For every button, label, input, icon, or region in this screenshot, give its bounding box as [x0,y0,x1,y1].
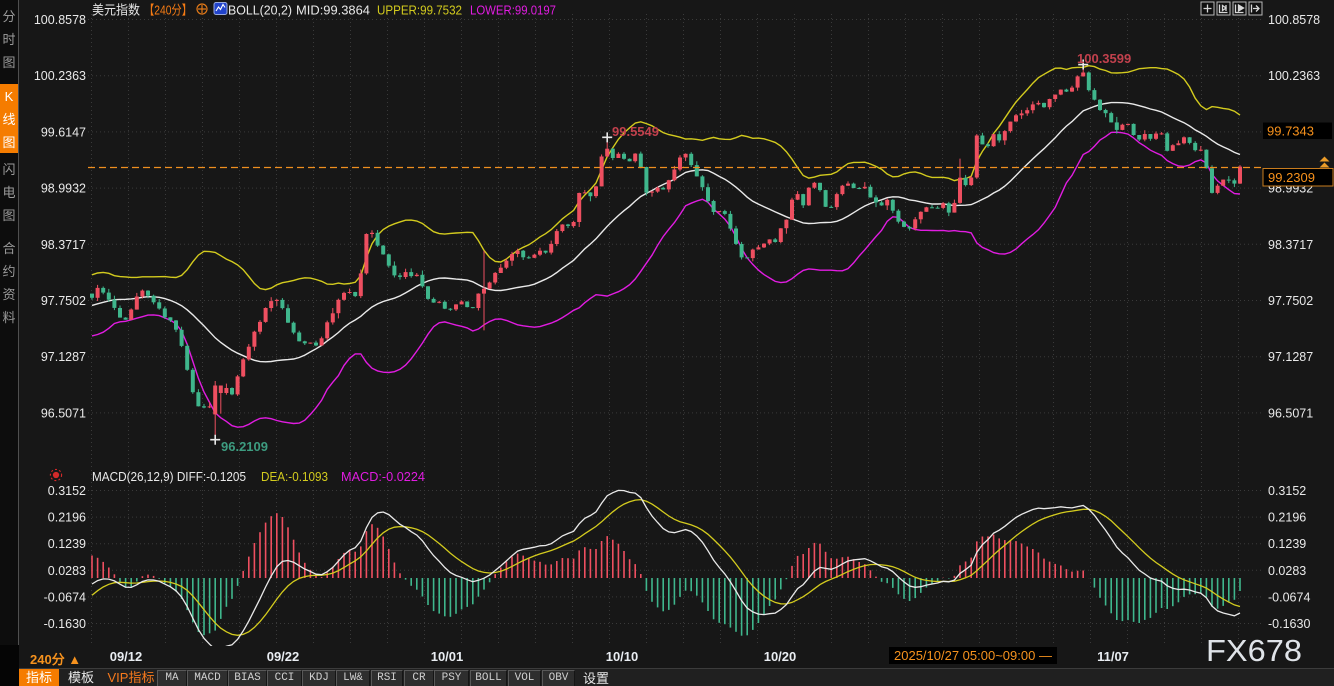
svg-text:96.2109: 96.2109 [221,439,268,454]
svg-text:97.1287: 97.1287 [41,350,86,364]
svg-text:98.3717: 98.3717 [41,238,86,252]
svg-text:【240分】: 【240分】 [144,3,192,18]
svg-text:97.1287: 97.1287 [1268,350,1313,364]
svg-text:0.3152: 0.3152 [1268,484,1306,498]
svg-text:0.0283: 0.0283 [1268,564,1306,578]
svg-text:-0.1630: -0.1630 [44,617,86,631]
svg-text:LOWER:99.0197: LOWER:99.0197 [470,3,556,18]
svg-text:99.6147: 99.6147 [41,125,86,139]
svg-text:0.3152: 0.3152 [48,484,86,498]
svg-text:100.8578: 100.8578 [1268,13,1320,27]
svg-text:MACD:-0.0224: MACD:-0.0224 [341,470,425,484]
svg-text:100.2363: 100.2363 [1268,69,1320,83]
svg-text:-0.0674: -0.0674 [44,590,86,604]
svg-text:0.1239: 0.1239 [48,537,86,551]
svg-text:美元指数: 美元指数 [92,3,140,18]
svg-text:MACD(26,12,9) DIFF:-0.1205: MACD(26,12,9) DIFF:-0.1205 [92,470,246,484]
svg-text:97.7502: 97.7502 [1268,294,1313,308]
svg-text:BOLL(20,2): BOLL(20,2) [228,3,292,18]
svg-text:98.9932: 98.9932 [41,182,86,196]
svg-text:MID:99.3864: MID:99.3864 [296,3,370,18]
svg-text:99.7343: 99.7343 [1267,124,1314,139]
svg-text:97.7502: 97.7502 [41,294,86,308]
svg-text:DEA:-0.1093: DEA:-0.1093 [261,470,328,484]
svg-text:100.8578: 100.8578 [34,13,86,27]
svg-text:UPPER:99.7532: UPPER:99.7532 [377,3,462,18]
svg-text:0.1239: 0.1239 [1268,537,1306,551]
svg-text:0.2196: 0.2196 [1268,511,1306,525]
svg-text:0.0283: 0.0283 [48,564,86,578]
svg-text:96.5071: 96.5071 [1268,406,1313,420]
svg-text:99.2309: 99.2309 [1268,170,1315,185]
svg-text:100.3599: 100.3599 [1077,51,1131,66]
svg-text:-0.1630: -0.1630 [1268,617,1310,631]
svg-text:99.5549: 99.5549 [612,124,659,139]
svg-text:98.3717: 98.3717 [1268,238,1313,252]
svg-text:-0.0674: -0.0674 [1268,590,1310,604]
svg-text:100.2363: 100.2363 [34,69,86,83]
svg-text:0.2196: 0.2196 [48,511,86,525]
svg-text:96.5071: 96.5071 [41,406,86,420]
